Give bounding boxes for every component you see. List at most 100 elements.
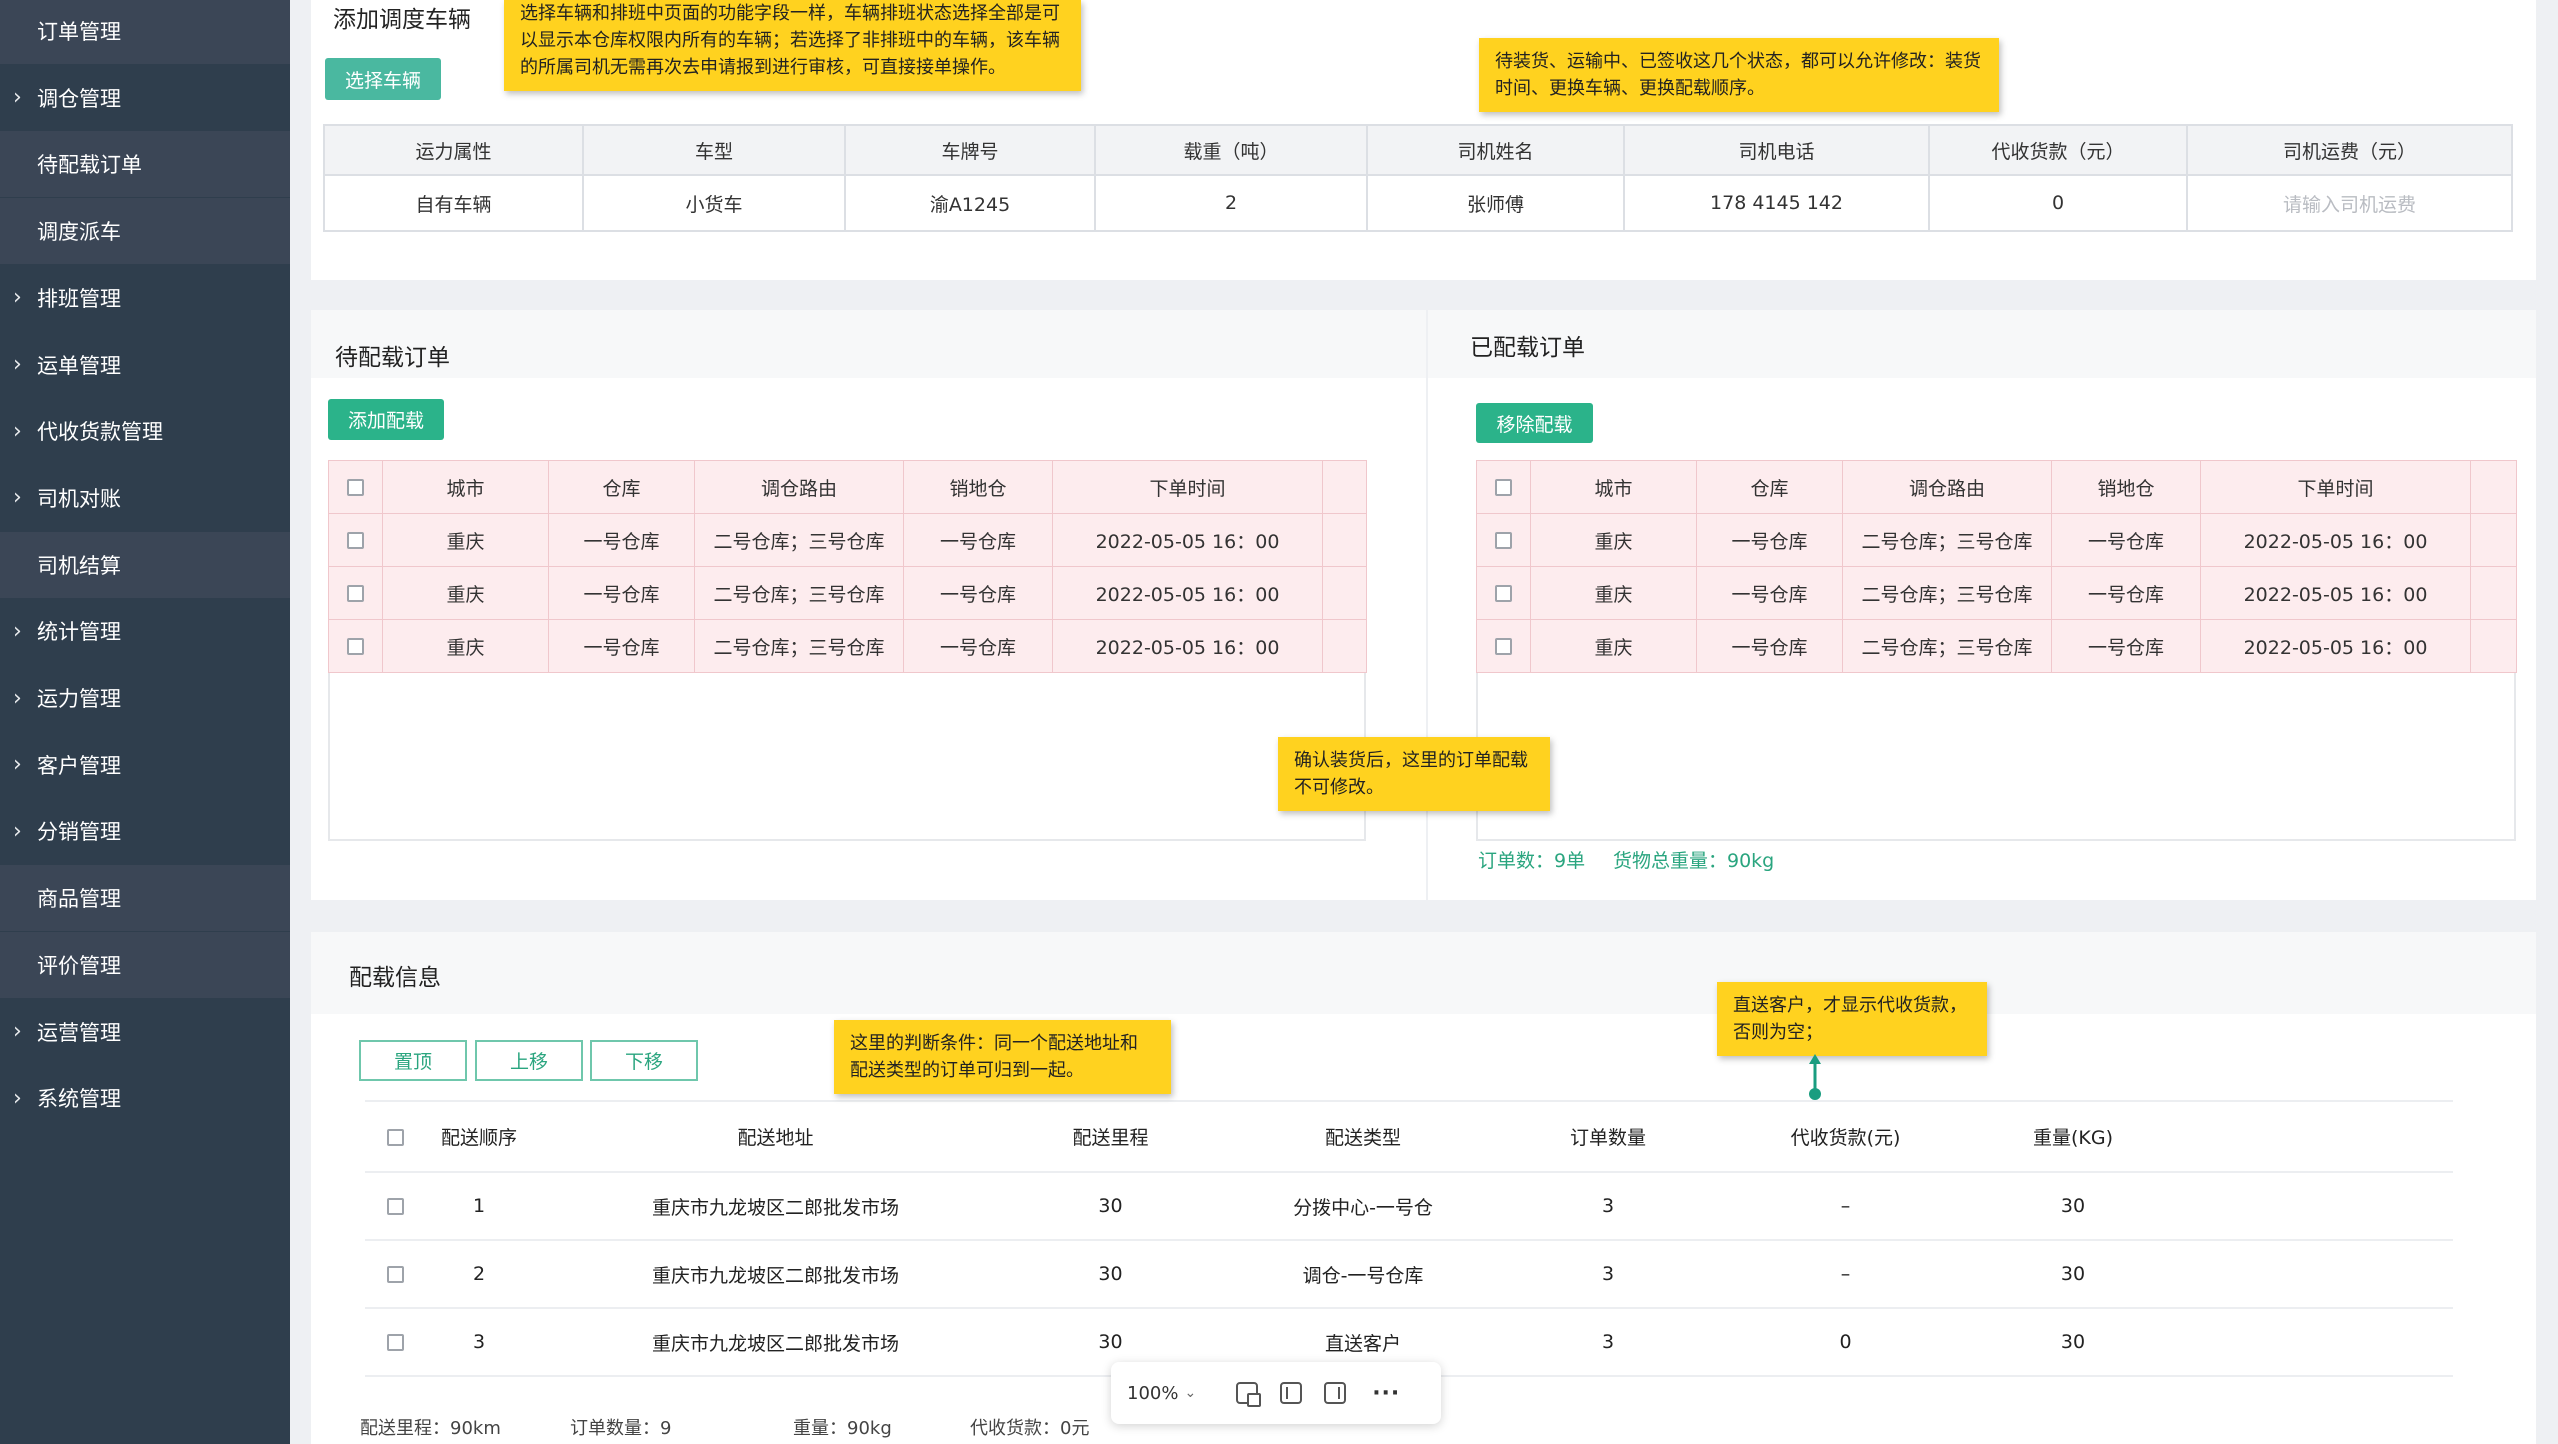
- table-row[interactable]: 重庆 一号仓库 二号仓库；三号仓库 一号仓库 2022-05-05 16：00: [328, 619, 1367, 673]
- table-cell: 一号仓库: [903, 566, 1053, 620]
- row-checkbox[interactable]: [1495, 585, 1512, 602]
- chevron-right-icon: ›: [13, 752, 22, 778]
- zoom-level[interactable]: 100%: [1127, 1383, 1178, 1404]
- row-checkbox[interactable]: [386, 1198, 404, 1215]
- sidebar-item[interactable]: 商品管理: [0, 865, 290, 932]
- table-cell: 2: [1094, 174, 1368, 232]
- table-row[interactable]: 重庆 一号仓库 二号仓库；三号仓库 一号仓库 2022-05-05 16：00: [1476, 513, 2517, 567]
- table-cell: 重庆市九龙坡区二郎批发市场: [533, 1308, 1018, 1377]
- sidebar-item[interactable]: 调度派车: [0, 198, 290, 265]
- select-vehicle-button[interactable]: 选择车辆: [325, 58, 441, 100]
- row-checkbox-cell[interactable]: [1476, 619, 1531, 673]
- sidebar-item-label: 商品管理: [37, 887, 121, 912]
- row-checkbox[interactable]: [386, 1266, 404, 1283]
- sidebar-item[interactable]: › 调仓管理: [0, 65, 290, 131]
- vehicle-table: 运力属性 车型 车牌号 载重（吨） 司机姓名 司机电话 代收货款（元） 司机运费（元） 自有车…: [323, 124, 2513, 232]
- sidebar-item[interactable]: › 运单管理: [0, 332, 290, 398]
- select-all-checkbox-cell[interactable]: [328, 460, 383, 514]
- sidebar-item[interactable]: › 分销管理: [0, 798, 290, 864]
- table-cell: 重庆市九龙坡区二郎批发市场: [533, 1172, 1018, 1241]
- row-checkbox[interactable]: [347, 532, 364, 549]
- table-row[interactable]: 1 重庆市九龙坡区二郎批发市场 30 分拨中心-一号仓 3–30: [365, 1172, 2453, 1241]
- row-checkbox[interactable]: [1495, 532, 1512, 549]
- table-cell: 重庆: [1530, 513, 1697, 567]
- table-row[interactable]: 重庆 一号仓库 二号仓库；三号仓库 一号仓库 2022-05-05 16：00: [328, 513, 1367, 567]
- row-checkbox-cell[interactable]: [328, 566, 383, 620]
- table-row[interactable]: 重庆 一号仓库 二号仓库；三号仓库 一号仓库 2022-05-05 16：00: [328, 566, 1367, 620]
- row-checkbox[interactable]: [386, 1334, 404, 1351]
- table-cell: 2022-05-05 16：00: [2200, 619, 2471, 673]
- table-cell: 3: [1523, 1308, 1693, 1377]
- table-cell: 2022-05-05 16：00: [2200, 513, 2471, 567]
- delivery-header-bg: [311, 932, 2536, 1014]
- sidebar-item-label: 分销管理: [37, 820, 121, 845]
- sidebar-item-label: 评价管理: [37, 953, 121, 978]
- sidebar-item[interactable]: › 运营管理: [0, 999, 290, 1065]
- remove-load-button[interactable]: 移除配载: [1476, 403, 1593, 443]
- table-row[interactable]: 2 重庆市九龙坡区二郎批发市场 30 调仓-一号仓库 3–30: [365, 1240, 2453, 1309]
- column-spacer: [2148, 1308, 2453, 1377]
- row-checkbox-cell[interactable]: [328, 619, 383, 673]
- sidebar-item[interactable]: › 系统管理: [0, 1065, 290, 1131]
- sidebar-item[interactable]: 订单管理: [0, 0, 290, 64]
- fit-page-icon[interactable]: [1236, 1382, 1262, 1407]
- chevron-down-icon[interactable]: ⌄: [1184, 1385, 1196, 1401]
- left-panel-icon[interactable]: [1280, 1382, 1303, 1404]
- column-header: 代收货款（元）: [1928, 124, 2188, 176]
- table-row[interactable]: 重庆 一号仓库 二号仓库；三号仓库 一号仓库 2022-05-05 16：00: [1476, 619, 2517, 673]
- sidebar-item[interactable]: › 运力管理: [0, 665, 290, 731]
- column-spacer: [2148, 1172, 2453, 1241]
- table-cell: 一号仓库: [548, 566, 695, 620]
- row-checkbox[interactable]: [347, 638, 364, 655]
- move-down-button[interactable]: 下移: [590, 1040, 698, 1081]
- table-row[interactable]: 重庆 一号仓库 二号仓库；三号仓库 一号仓库 2022-05-05 16：00: [1476, 566, 2517, 620]
- row-checkbox[interactable]: [347, 479, 364, 496]
- table-cell: 一号仓库: [1696, 566, 1843, 620]
- sidebar-item[interactable]: › 司机对账: [0, 465, 290, 531]
- row-checkbox-cell[interactable]: [1476, 566, 1531, 620]
- right-panel-icon[interactable]: [1324, 1382, 1347, 1404]
- row-checkbox[interactable]: [1495, 479, 1512, 496]
- footer-orders: 订单数量：9: [570, 1418, 672, 1439]
- row-checkbox-cell[interactable]: [365, 1240, 425, 1309]
- sidebar-item[interactable]: 评价管理: [0, 931, 290, 998]
- select-all-checkbox-cell[interactable]: [365, 1102, 425, 1173]
- sidebar-item-label: 统计管理: [37, 620, 121, 645]
- note-load-locked: 确认装货后，这里的订单配载不可修改。: [1278, 737, 1550, 811]
- add-load-button[interactable]: 添加配载: [328, 399, 444, 440]
- row-checkbox-cell[interactable]: [365, 1308, 425, 1377]
- sidebar-item[interactable]: › 客户管理: [0, 732, 290, 798]
- column-spacer: [2470, 460, 2517, 514]
- table-cell: 178 4145 142: [1623, 174, 1930, 232]
- table-cell: 2022-05-05 16：00: [1052, 566, 1323, 620]
- sidebar-item[interactable]: › 代收货款管理: [0, 398, 290, 464]
- row-checkbox-cell[interactable]: [1476, 513, 1531, 567]
- sidebar-item-label: 调度派车: [37, 220, 121, 245]
- sidebar-item[interactable]: 司机结算: [0, 531, 290, 598]
- loaded-orders-table: 城市 仓库 调仓路由 销地仓 下单时间 重庆 一号仓库 二号仓库；三号仓库 一号仓库 2022-…: [1476, 460, 2517, 673]
- sidebar-item[interactable]: 待配载订单: [0, 131, 290, 198]
- table-cell: 30: [1018, 1240, 1203, 1309]
- select-all-checkbox-cell[interactable]: [1476, 460, 1531, 514]
- sidebar-item[interactable]: › 统计管理: [0, 598, 290, 664]
- table-cell: 二号仓库；三号仓库: [694, 566, 904, 620]
- move-up-button[interactable]: 上移: [475, 1040, 583, 1081]
- table-cell: 重庆市九龙坡区二郎批发市场: [533, 1240, 1018, 1309]
- table-cell: 二号仓库；三号仓库: [694, 619, 904, 673]
- row-checkbox[interactable]: [347, 585, 364, 602]
- table-cell: 0: [1693, 1308, 1998, 1377]
- row-checkbox[interactable]: [1495, 638, 1512, 655]
- row-checkbox[interactable]: [386, 1128, 404, 1146]
- driver-fee-input[interactable]: 请输入司机运费: [2186, 174, 2513, 232]
- footer-weight: 重量：90kg: [793, 1418, 892, 1439]
- chevron-right-icon: ›: [13, 818, 22, 844]
- row-checkbox-cell[interactable]: [365, 1172, 425, 1241]
- row-checkbox-cell[interactable]: [328, 513, 383, 567]
- move-top-button[interactable]: 置顶: [359, 1040, 467, 1081]
- table-cell: 30: [1998, 1240, 2148, 1309]
- more-icon[interactable]: ···: [1372, 1381, 1400, 1406]
- pending-orders-card: 待配载订单 添加配载 城市 仓库 调仓路由 销地仓 下单时间 重庆 一号仓库 二号仓库；三号…: [311, 310, 1426, 900]
- table-cell: 重庆: [382, 513, 549, 567]
- sidebar-item[interactable]: › 排班管理: [0, 265, 290, 331]
- table-cell: 2022-05-05 16：00: [2200, 566, 2471, 620]
